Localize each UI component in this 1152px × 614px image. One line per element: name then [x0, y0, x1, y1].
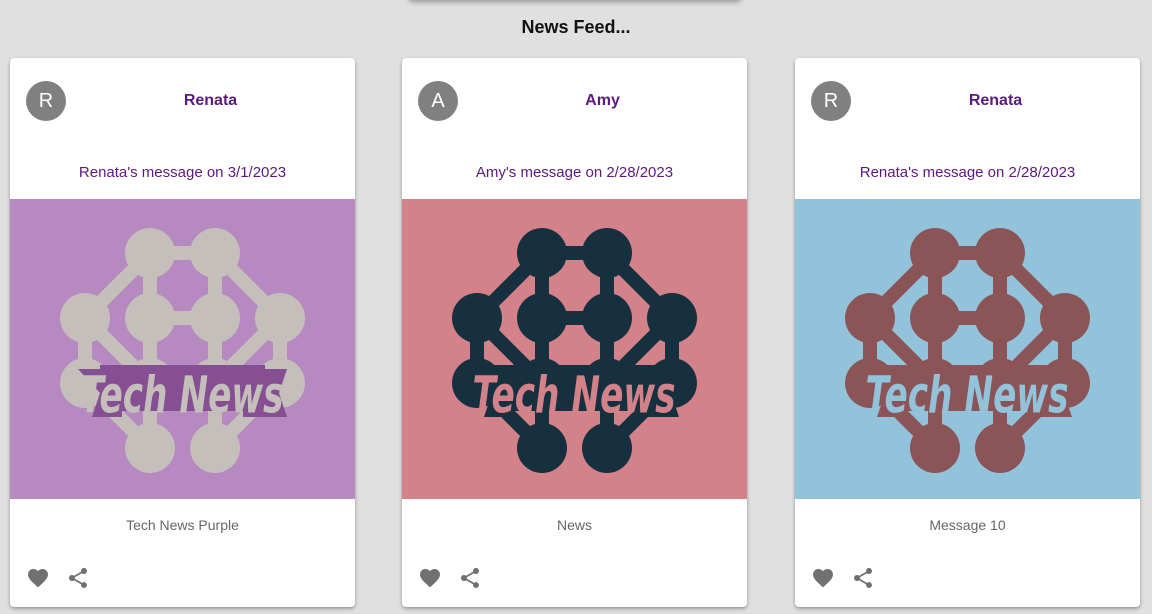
network-node — [517, 228, 567, 278]
network-node — [1040, 293, 1090, 343]
author-name: Renata — [968, 92, 1023, 109]
card-image[interactable]: Tech News — [402, 199, 747, 499]
image-logo-text: Tech News — [80, 367, 283, 426]
network-node — [582, 423, 632, 473]
page-title: News Feed... — [521, 17, 631, 37]
author-name: Amy — [585, 92, 620, 109]
share-button[interactable] — [66, 566, 92, 592]
network-node — [190, 293, 240, 343]
network-node — [975, 228, 1025, 278]
card-caption: News — [556, 517, 592, 533]
network-node — [190, 228, 240, 278]
network-node — [910, 228, 960, 278]
image-background — [795, 199, 1140, 499]
message-title: Renata's message on 2/28/2023 — [859, 164, 1076, 181]
network-node — [582, 293, 632, 343]
share-icon — [66, 566, 92, 590]
avatar: R — [811, 81, 851, 121]
news-card: A Amy Amy's message on 2/28/2023 Tech Ne… — [402, 58, 747, 607]
image-background — [10, 199, 355, 499]
network-node — [582, 228, 632, 278]
message-title: Amy's message on 2/28/2023 — [475, 164, 674, 181]
network-node — [910, 423, 960, 473]
image-background — [402, 199, 747, 499]
news-card: R Renata Renata's message on 3/1/2023 Te… — [10, 58, 355, 607]
card-image[interactable]: Tech News — [10, 199, 355, 499]
avatar: R — [26, 81, 66, 121]
author-name: Renata — [183, 92, 238, 109]
like-button[interactable] — [418, 566, 444, 592]
image-logo-text: Tech News — [472, 367, 675, 426]
share-icon — [851, 566, 877, 590]
card-caption: Message 10 — [929, 517, 1006, 533]
network-node — [125, 423, 175, 473]
card-header: A Amy — [402, 58, 747, 144]
heart-icon — [26, 566, 52, 590]
network-node — [452, 293, 502, 343]
heart-icon — [811, 566, 837, 590]
card-header: R Renata — [10, 58, 355, 144]
network-node — [910, 293, 960, 343]
card-caption: Tech News Purple — [126, 517, 239, 533]
network-node — [517, 293, 567, 343]
like-button[interactable] — [811, 566, 837, 592]
share-button[interactable] — [458, 566, 484, 592]
network-node — [125, 228, 175, 278]
avatar: A — [418, 81, 458, 121]
network-node — [975, 293, 1025, 343]
network-node — [647, 293, 697, 343]
card-image[interactable]: Tech News — [795, 199, 1140, 499]
network-node — [125, 293, 175, 343]
network-node — [975, 423, 1025, 473]
message-title: Renata's message on 3/1/2023 — [78, 164, 287, 181]
network-node — [255, 293, 305, 343]
news-card: R Renata Renata's message on 2/28/2023 T… — [795, 58, 1140, 607]
card-header: R Renata — [795, 58, 1140, 144]
network-node — [60, 293, 110, 343]
share-icon — [458, 566, 484, 590]
share-button[interactable] — [851, 566, 877, 592]
heart-icon — [418, 566, 444, 590]
network-node — [517, 423, 567, 473]
network-node — [190, 423, 240, 473]
image-logo-text: Tech News — [865, 367, 1068, 426]
like-button[interactable] — [26, 566, 52, 592]
network-node — [845, 293, 895, 343]
